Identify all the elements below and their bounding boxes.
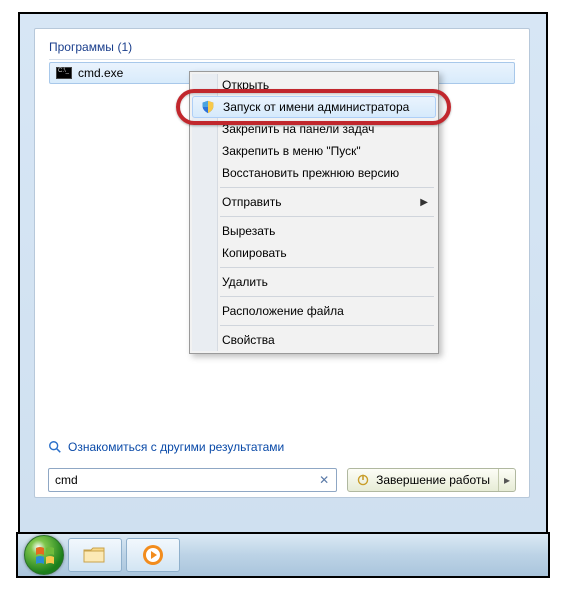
media-player-icon [141,543,165,567]
shutdown-icon [356,473,370,487]
menu-item-restore-previous[interactable]: Восстановить прежнюю версию [192,162,436,184]
context-menu: Открыть Запуск от имени администратора З… [189,71,439,354]
menu-item-pin-taskbar[interactable]: Закрепить на панели задач [192,118,436,140]
shutdown-button[interactable]: Завершение работы ▸ [347,468,516,492]
submenu-arrow-icon: ▶ [420,197,428,208]
taskbar [18,534,548,576]
section-title-text: Программы [49,40,114,54]
menu-item-pin-start[interactable]: Закрепить в меню "Пуск" [192,140,436,162]
shutdown-main[interactable]: Завершение работы [348,469,499,491]
menu-label: Закрепить в меню "Пуск" [222,144,361,158]
see-more-results-label: Ознакомиться с другими результатами [68,440,284,454]
menu-label: Восстановить прежнюю версию [222,166,399,180]
search-box[interactable]: ✕ [48,468,337,492]
shield-icon [201,100,215,114]
menu-separator [220,187,434,188]
menu-separator [220,267,434,268]
menu-separator [220,216,434,217]
menu-item-cut[interactable]: Вырезать [192,220,436,242]
shutdown-dropdown-arrow-icon[interactable]: ▸ [499,473,515,487]
menu-item-open[interactable]: Открыть [192,74,436,96]
menu-item-send-to[interactable]: Отправить ▶ [192,191,436,213]
menu-label: Запуск от имени администратора [223,100,409,114]
menu-separator [220,325,434,326]
menu-label: Расположение файла [222,304,344,318]
clear-search-icon[interactable]: ✕ [316,473,332,487]
menu-label: Удалить [222,275,268,289]
start-menu-bottom-bar: ✕ Завершение работы ▸ [34,462,530,498]
shutdown-label: Завершение работы [376,473,490,487]
menu-label: Отправить [222,195,282,209]
menu-item-copy[interactable]: Копировать [192,242,436,264]
see-more-results-link[interactable]: Ознакомиться с другими результатами [48,440,284,454]
section-count: (1) [117,40,132,54]
menu-label: Копировать [222,246,287,260]
taskbar-button-media-player[interactable] [126,538,180,572]
section-header-programs: Программы (1) [49,39,515,60]
menu-separator [220,296,434,297]
windows-logo-icon [34,545,56,567]
menu-label: Закрепить на панели задач [222,122,374,136]
menu-label: Свойства [222,333,275,347]
start-button[interactable] [24,535,64,575]
menu-item-properties[interactable]: Свойства [192,329,436,351]
search-input[interactable] [55,473,316,487]
menu-label: Открыть [222,78,269,92]
menu-item-delete[interactable]: Удалить [192,271,436,293]
cmd-icon [56,67,72,79]
menu-item-run-as-admin[interactable]: Запуск от имени администратора [192,96,436,118]
search-result-label: cmd.exe [78,66,123,80]
menu-item-file-location[interactable]: Расположение файла [192,300,436,322]
folder-icon [82,545,108,565]
taskbar-button-explorer[interactable] [68,538,122,572]
menu-label: Вырезать [222,224,275,238]
search-icon [48,440,62,454]
